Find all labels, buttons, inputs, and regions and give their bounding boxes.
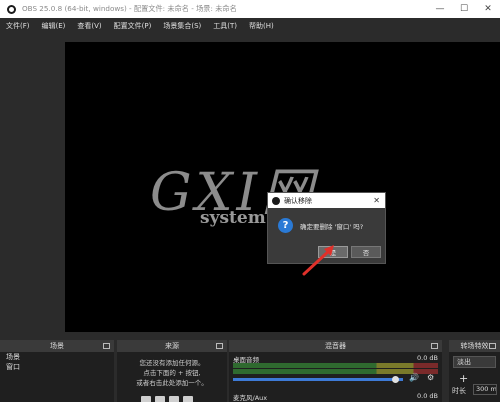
menu-scene-collection[interactable]: 场景集合(S) [163, 21, 201, 31]
scenes-dock: 场景 场景 窗口 [0, 340, 114, 402]
float-dock-icon[interactable] [431, 343, 438, 349]
browser-source-icon [169, 396, 179, 402]
image-source-icon [141, 396, 151, 402]
volume-meter [233, 369, 438, 374]
maximize-button[interactable]: ☐ [452, 0, 476, 18]
camera-source-icon [183, 396, 193, 402]
menu-profile[interactable]: 配置文件(P) [114, 21, 152, 31]
menu-edit[interactable]: 编辑(E) [42, 21, 66, 31]
float-dock-icon[interactable] [103, 343, 110, 349]
question-icon: ? [278, 218, 293, 233]
dialog-close-button[interactable]: ✕ [373, 196, 380, 205]
dialog-title-bar: 确认移除 ✕ [268, 193, 385, 208]
hint-line: 点击下面的 + 按钮, [143, 369, 201, 377]
obs-logo-icon [7, 4, 16, 14]
mixer-body: 桌面音频 0.0 dB 🔊 ⚙ 麦克风/Aux 0.0 dB [229, 352, 442, 402]
mixer-channel-desktop: 桌面音频 0.0 dB 🔊 ⚙ [233, 354, 438, 384]
sources-dock-header: 来源 [117, 340, 227, 352]
gear-icon[interactable]: ⚙ [427, 373, 434, 382]
transition-select[interactable]: 淡出 [453, 356, 496, 368]
mixer-dock-title: 混音器 [325, 342, 346, 350]
float-dock-icon[interactable] [489, 343, 496, 349]
transitions-body: 淡出 + 时长 300 ms [449, 352, 500, 402]
speaker-icon[interactable]: 🔊 [409, 373, 419, 382]
window-title: OBS 25.0.8 (64-bit, windows) - 配置文件: 未命名… [22, 4, 237, 13]
transitions-dock-header: 转场特效 [449, 340, 500, 352]
scene-item[interactable]: 窗口 [0, 362, 114, 372]
scene-item[interactable]: 场景 [0, 352, 114, 362]
display-source-icon [155, 396, 165, 402]
scenes-dock-header: 场景 [0, 340, 114, 352]
channel-db: 0.0 dB [417, 354, 438, 362]
close-button[interactable]: ✕ [476, 0, 500, 18]
duration-label: 时长 [452, 387, 466, 395]
menu-help[interactable]: 帮助(H) [249, 21, 274, 31]
dialog-message: 确定要删除 '窗口' 吗? [300, 223, 364, 231]
hint-line: 或者右击此处添加一个。 [136, 379, 208, 387]
volume-slider-handle[interactable] [391, 376, 399, 383]
volume-slider[interactable] [233, 378, 403, 381]
duration-input[interactable]: 300 ms [473, 384, 497, 395]
scenes-list: 场景 窗口 [0, 352, 114, 402]
transitions-dock: 转场特效 淡出 + 时长 300 ms [449, 340, 500, 402]
sources-dock-title: 来源 [165, 342, 179, 350]
mixer-dock-header: 混音器 [229, 340, 442, 352]
minimize-button[interactable]: — [428, 0, 452, 18]
dock-area: 场景 场景 窗口 来源 您还没有添加任何源。 点击下面的 + 按钮, 或者右击此… [0, 340, 500, 402]
mixer-channel-mic: 麦克风/Aux 0.0 dB [233, 392, 438, 402]
source-type-icons [141, 396, 193, 402]
window-controls: — ☐ ✕ [428, 0, 500, 18]
hint-line: 您还没有添加任何源。 [139, 359, 205, 367]
menu-tools[interactable]: 工具(T) [213, 21, 237, 31]
sources-empty-hint: 您还没有添加任何源。 点击下面的 + 按钮, 或者右击此处添加一个。 [117, 358, 227, 388]
dialog-no-button[interactable]: 否 [351, 246, 381, 258]
dialog-title: 确认移除 [284, 196, 312, 205]
obs-logo-icon [272, 196, 280, 205]
volume-meter [233, 363, 438, 368]
sources-list[interactable]: 您还没有添加任何源。 点击下面的 + 按钮, 或者右击此处添加一个。 [117, 352, 227, 402]
channel-name: 麦克风/Aux [233, 394, 268, 402]
red-arrow-annotation [302, 245, 334, 276]
mixer-dock: 混音器 桌面音频 0.0 dB 🔊 ⚙ 麦克风/Aux 0.0 dB [229, 340, 442, 402]
channel-db: 0.0 dB [417, 392, 438, 400]
scenes-dock-title: 场景 [50, 342, 64, 350]
sources-dock: 来源 您还没有添加任何源。 点击下面的 + 按钮, 或者右击此处添加一个。 [117, 340, 227, 402]
transitions-dock-title: 转场特效 [460, 342, 489, 350]
title-bar: OBS 25.0.8 (64-bit, windows) - 配置文件: 未命名… [0, 0, 500, 18]
float-dock-icon[interactable] [216, 343, 223, 349]
menu-bar: 文件(F) 编辑(E) 查看(V) 配置文件(P) 场景集合(S) 工具(T) … [0, 18, 500, 34]
menu-view[interactable]: 查看(V) [77, 21, 101, 31]
add-transition-button[interactable]: + [459, 372, 468, 385]
menu-file[interactable]: 文件(F) [6, 21, 30, 31]
